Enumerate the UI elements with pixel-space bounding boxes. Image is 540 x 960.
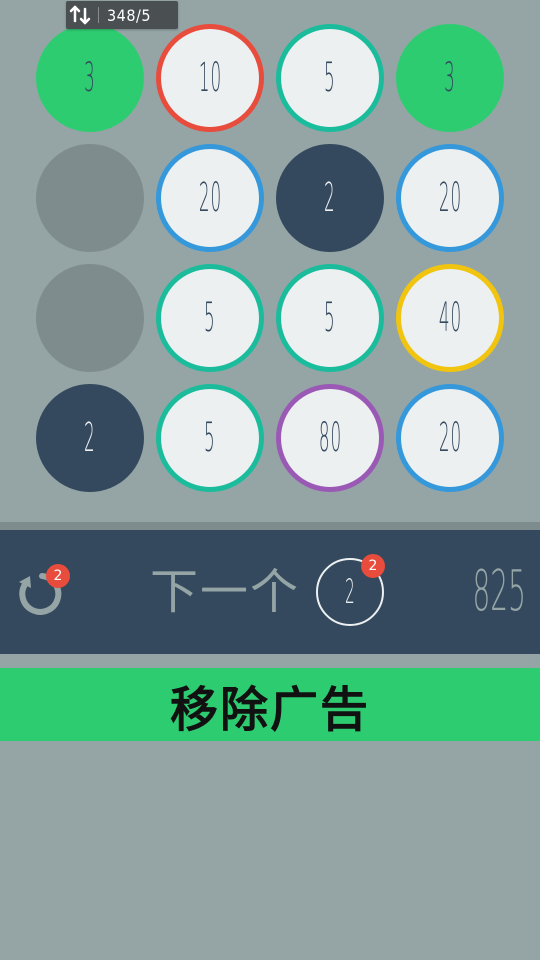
tile-value: 2 xyxy=(84,415,96,461)
remove-ads-button[interactable]: 移除广告 xyxy=(0,668,540,741)
tile[interactable]: 20 xyxy=(156,144,264,252)
tile[interactable]: 3 xyxy=(36,24,144,132)
tile[interactable]: 5 xyxy=(156,384,264,492)
next-count-badge: 2 xyxy=(361,554,385,578)
tile-value: 40 xyxy=(438,295,462,341)
next-tile-value: 2 xyxy=(345,572,355,612)
tile-value: 3 xyxy=(84,55,96,101)
board-bottom-edge xyxy=(0,522,540,530)
tile-value: 10 xyxy=(198,55,222,101)
tile[interactable]: 5 xyxy=(276,264,384,372)
tile[interactable]: 5 xyxy=(276,24,384,132)
undo-count-badge: 2 xyxy=(46,564,70,588)
tile[interactable]: 5 xyxy=(156,264,264,372)
tile[interactable]: 40 xyxy=(396,264,504,372)
tile[interactable]: 80 xyxy=(276,384,384,492)
tile-value: 80 xyxy=(318,415,342,461)
control-bar: 2 下一个 2 2 825 xyxy=(0,530,540,654)
tile[interactable] xyxy=(36,144,144,252)
status-text: 348/5 xyxy=(107,5,151,25)
tile[interactable] xyxy=(36,264,144,372)
tile-value: 20 xyxy=(438,415,462,461)
tile-value: 20 xyxy=(198,175,222,221)
tile[interactable]: 20 xyxy=(396,384,504,492)
tile-value: 5 xyxy=(204,295,216,341)
tile-value: 20 xyxy=(438,175,462,221)
sort-swap-icon xyxy=(66,1,94,29)
tile-value: 5 xyxy=(204,415,216,461)
tile[interactable]: 2 xyxy=(276,144,384,252)
tile[interactable]: 20 xyxy=(396,144,504,252)
tile-value: 5 xyxy=(324,55,336,101)
game-board: 3 10 5 3 20 2 20 5 5 40 2 5 80 20 xyxy=(0,0,540,522)
next-label: 下一个 xyxy=(150,564,301,620)
tile[interactable]: 2 xyxy=(36,384,144,492)
remove-ads-label: 移除广告 xyxy=(169,681,370,738)
score: 825 xyxy=(472,559,526,624)
tile-value: 3 xyxy=(444,55,456,101)
tile-value: 5 xyxy=(324,295,336,341)
tile-value: 2 xyxy=(324,175,336,221)
status-chip[interactable]: 348/5 xyxy=(66,1,178,29)
tile[interactable]: 3 xyxy=(396,24,504,132)
ad-separator xyxy=(0,654,540,668)
status-divider xyxy=(98,7,99,23)
tile[interactable]: 10 xyxy=(156,24,264,132)
undo-button[interactable]: 2 xyxy=(12,564,70,620)
